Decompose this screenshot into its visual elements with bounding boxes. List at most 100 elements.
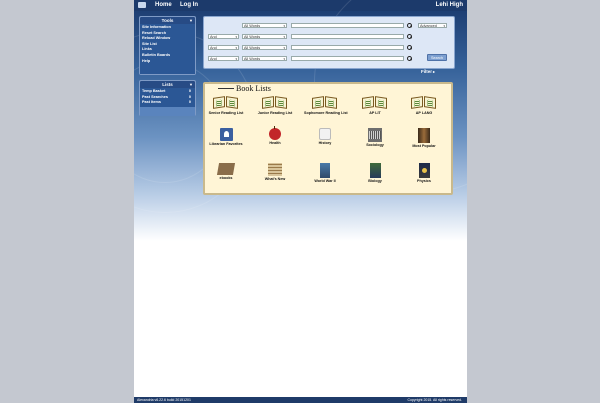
book-list-tile[interactable]: AP LIT xyxy=(354,95,396,115)
tools-list: Site Information Reset Search Reload Win… xyxy=(140,24,195,74)
search-icon[interactable] xyxy=(407,23,413,28)
book-list-tile[interactable]: Most Popular xyxy=(403,128,445,148)
field-select-value: All Words xyxy=(244,24,261,28)
list-item-count: 0 xyxy=(188,100,191,105)
chevron-down-icon[interactable]: ▼ xyxy=(189,17,193,24)
book-list-tile[interactable]: ebooks xyxy=(205,163,247,180)
book-list-tile[interactable]: Health xyxy=(254,126,296,145)
book-list-tile[interactable]: Senior Reading List xyxy=(205,95,247,115)
filter-arrow-icon: ▸ xyxy=(433,69,436,74)
lists-list: Temp Basket 0 Past Searches 0 Past Items… xyxy=(140,88,195,107)
history-icon xyxy=(319,128,331,140)
footer: Alexandria v6.22.6 build 20151201 Copyri… xyxy=(134,397,467,403)
ww2-icon xyxy=(320,163,330,178)
operator-select-value: And xyxy=(210,57,217,61)
mode-select[interactable]: Advanced ▾ xyxy=(418,23,447,28)
field-select-value: All Words xyxy=(244,35,261,39)
whats-new-icon xyxy=(268,163,282,176)
version-text: Alexandria v6.22.6 build 20151201 xyxy=(137,398,191,402)
field-select[interactable]: All Words ▾ xyxy=(242,45,287,50)
search-button[interactable]: Search xyxy=(427,54,447,61)
search-input[interactable] xyxy=(291,56,404,61)
tools-item-help[interactable]: Help xyxy=(142,59,193,65)
list-item-label: Temp Basket xyxy=(142,89,166,93)
login-link[interactable]: Log In xyxy=(180,2,198,8)
operator-select-value: And xyxy=(210,46,217,50)
list-item-label: Past Items xyxy=(142,100,161,105)
field-select[interactable]: All Words ▾ xyxy=(242,56,287,61)
search-panel: All Words ▾ Advanced ▾ And ▾ All Words ▾ And… xyxy=(203,16,455,69)
filter-toggle[interactable]: Filter▸ xyxy=(421,69,435,74)
apple-icon xyxy=(269,126,281,140)
book-list-label: AP LIT xyxy=(369,111,381,115)
field-select-value: All Words xyxy=(244,57,261,61)
operator-select-value: And xyxy=(210,35,217,39)
list-item-label: Past Searches xyxy=(142,94,168,99)
operator-select[interactable]: And ▾ xyxy=(208,45,239,50)
book-list-tile[interactable]: History xyxy=(304,128,346,145)
book-list-label: World War II xyxy=(314,179,336,183)
book-list-tile[interactable]: Biology xyxy=(354,163,396,183)
book-list-label: Most Popular xyxy=(412,144,436,148)
home-link[interactable]: Home xyxy=(155,2,172,8)
lists-panel: Lists ▼ Temp Basket 0 Past Searches 0 Pa… xyxy=(139,80,196,116)
search-input[interactable] xyxy=(291,23,404,28)
book-list-label: Junior Reading List xyxy=(257,111,293,115)
book-list-tile[interactable]: Junior Reading List xyxy=(254,95,296,115)
app-logo-icon[interactable] xyxy=(138,2,146,8)
search-input[interactable] xyxy=(291,34,404,39)
book-list-tile[interactable]: Sophomore Reading List xyxy=(304,95,348,115)
list-item-past-items[interactable]: Past Items 0 xyxy=(142,100,193,106)
tools-title: Tools xyxy=(161,18,174,23)
operator-select[interactable]: And ▾ xyxy=(208,34,239,39)
book-list-tile[interactable]: AP LANG xyxy=(403,95,445,115)
mode-select-value: Advanced xyxy=(420,24,437,28)
operator-select[interactable]: And ▾ xyxy=(208,56,239,61)
open-book-icon xyxy=(262,95,288,110)
lists-title: Lists xyxy=(162,82,173,87)
select-arrow-icon: ▾ xyxy=(235,57,237,61)
select-arrow-icon: ▾ xyxy=(283,35,285,39)
open-book-icon xyxy=(213,95,239,110)
search-icon[interactable] xyxy=(407,34,413,39)
open-book-icon xyxy=(312,95,338,110)
tools-header[interactable]: Tools ▼ xyxy=(140,17,195,24)
book-list-label: Sociology xyxy=(366,143,384,147)
book-list-label: ebooks xyxy=(219,176,233,180)
search-input[interactable] xyxy=(291,45,404,50)
book-list-label: Senior Reading List xyxy=(208,111,244,115)
field-select[interactable]: All Words ▾ xyxy=(242,23,287,28)
book-list-tile[interactable]: What's New xyxy=(254,163,296,181)
book-list-tile[interactable]: Sociology xyxy=(354,128,396,147)
book-list-label: What's New xyxy=(264,177,286,181)
select-arrow-icon: ▾ xyxy=(235,35,237,39)
search-icon[interactable] xyxy=(407,56,413,61)
book-list-label: Biology xyxy=(368,179,382,183)
search-icon[interactable] xyxy=(407,45,413,50)
book-list-label: History xyxy=(318,141,332,145)
book-list-label: Librarian Favorites xyxy=(209,142,243,146)
book-list-tile[interactable]: Librarian Favorites xyxy=(205,128,247,146)
field-select-value: All Words xyxy=(244,46,261,50)
book-list-label: Health xyxy=(269,141,281,145)
ebook-icon xyxy=(216,163,236,175)
lists-header[interactable]: Lists ▼ xyxy=(140,81,195,88)
lists-footer xyxy=(140,107,195,116)
popular-icon xyxy=(418,128,430,143)
select-arrow-icon: ▾ xyxy=(283,57,285,61)
open-book-icon xyxy=(411,95,437,110)
biology-icon xyxy=(369,163,381,178)
book-lists-title: Book Lists xyxy=(236,84,271,93)
book-list-label: Physics xyxy=(417,179,431,183)
book-lists-panel: Book Lists Senior Reading List Junior Re… xyxy=(203,82,453,195)
copyright-text: Copyright 2015. All rights reserved. xyxy=(407,398,462,402)
open-book-icon xyxy=(362,95,388,110)
book-list-tile[interactable]: Physics xyxy=(403,163,445,183)
book-list-tile[interactable]: World War II xyxy=(304,163,346,183)
physics-icon xyxy=(418,163,430,178)
tools-panel: Tools ▼ Site Information Reset Search Re… xyxy=(139,16,196,75)
select-arrow-icon: ▾ xyxy=(283,46,285,50)
chevron-down-icon[interactable]: ▼ xyxy=(189,81,193,88)
field-select[interactable]: All Words ▾ xyxy=(242,34,287,39)
title-rule xyxy=(218,88,234,89)
